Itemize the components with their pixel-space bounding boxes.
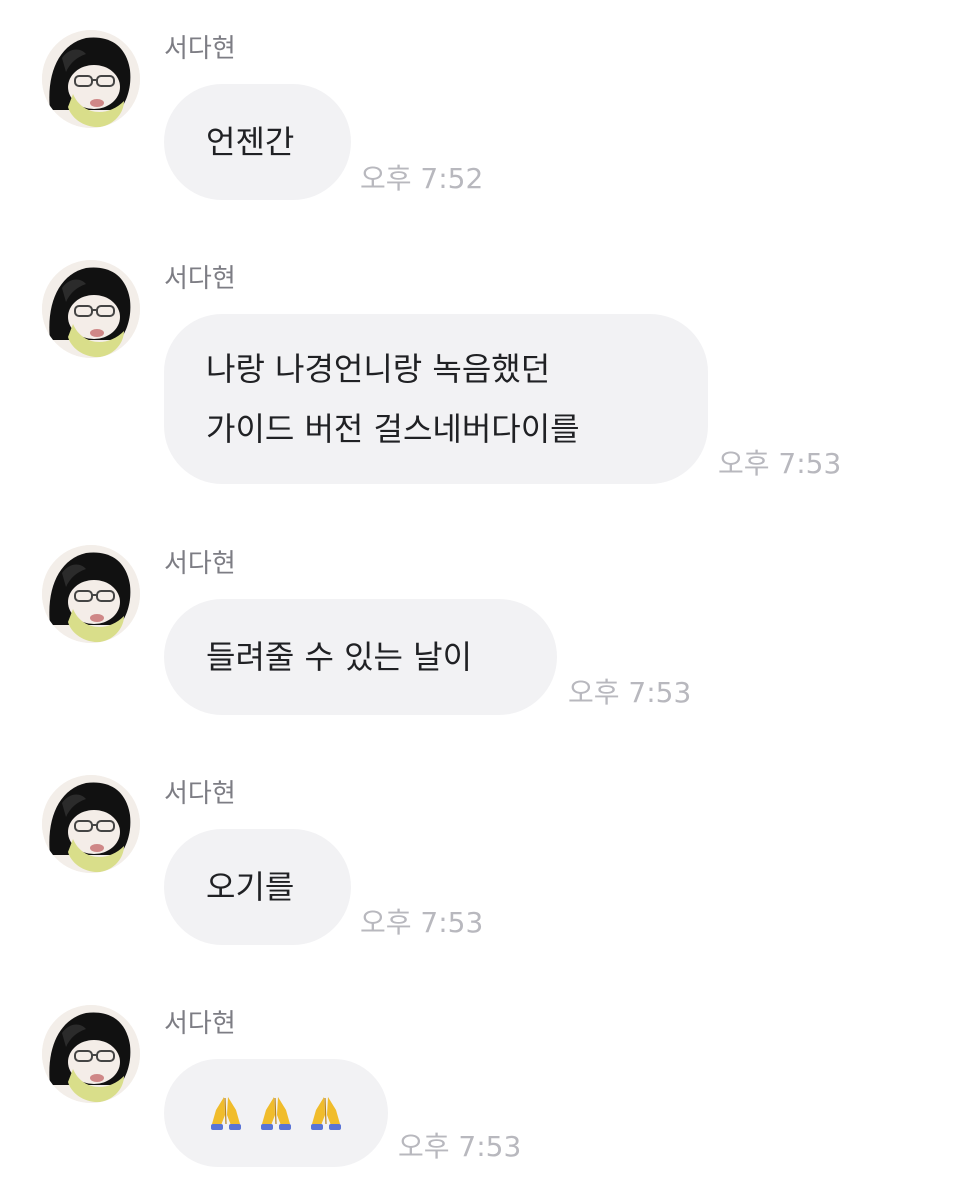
message-line: 가이드 버전 걸스네버다이를 bbox=[206, 410, 580, 448]
message-line: 들려줄 수 있는 날이 bbox=[206, 638, 473, 676]
message-group: 서다현 오기를 오후 7:53 bbox=[0, 775, 978, 955]
sender-name: 서다현 bbox=[164, 1009, 236, 1039]
avatar-image bbox=[42, 775, 140, 873]
message-bubble[interactable]: 언젠간 bbox=[164, 84, 351, 200]
message-group: 서다현 나랑 나경언니랑 녹음했던 가이드 버전 걸스네버다이를 오후 7:53 bbox=[0, 260, 978, 500]
avatar-image bbox=[42, 30, 140, 128]
message-time: 오후 7:53 bbox=[568, 676, 692, 709]
message-time: 오후 7:53 bbox=[360, 906, 484, 939]
avatar[interactable] bbox=[42, 30, 140, 128]
message-group: 서다현 언젠간 오후 7:52 bbox=[0, 30, 978, 210]
message-line: 오기를 bbox=[206, 868, 295, 906]
avatar[interactable] bbox=[42, 1005, 140, 1103]
message-line: 나랑 나경언니랑 녹음했던 bbox=[206, 350, 551, 388]
folded-hands-icon bbox=[311, 1097, 341, 1130]
chat-thread: 서다현 언젠간 오후 7:52 서다현 나랑 나경언니랑 녹음했던 가이드 버전… bbox=[0, 0, 978, 1200]
sender-name: 서다현 bbox=[164, 34, 236, 64]
message-bubble[interactable] bbox=[164, 1059, 388, 1167]
avatar[interactable] bbox=[42, 545, 140, 643]
folded-hands-icon bbox=[211, 1097, 241, 1130]
avatar[interactable] bbox=[42, 775, 140, 873]
message-bubble[interactable]: 나랑 나경언니랑 녹음했던 가이드 버전 걸스네버다이를 bbox=[164, 314, 708, 484]
sender-name: 서다현 bbox=[164, 779, 236, 809]
sender-name: 서다현 bbox=[164, 264, 236, 294]
avatar-image bbox=[42, 260, 140, 358]
folded-hands-icon bbox=[261, 1097, 291, 1130]
sender-name: 서다현 bbox=[164, 549, 236, 579]
avatar[interactable] bbox=[42, 260, 140, 358]
avatar-image bbox=[42, 1005, 140, 1103]
avatar-image bbox=[42, 545, 140, 643]
message-bubble[interactable]: 오기를 bbox=[164, 829, 351, 945]
message-time: 오후 7:53 bbox=[718, 447, 842, 480]
message-line: 언젠간 bbox=[206, 123, 295, 161]
message-group: 서다현 들려줄 수 있는 날이 오후 7:53 bbox=[0, 545, 978, 725]
message-bubble[interactable]: 들려줄 수 있는 날이 bbox=[164, 599, 557, 715]
message-time: 오후 7:53 bbox=[398, 1130, 522, 1163]
emoji-row bbox=[206, 1093, 346, 1133]
message-group: 서다현 오후 7:53 bbox=[0, 1005, 978, 1185]
message-time: 오후 7:52 bbox=[360, 162, 484, 195]
